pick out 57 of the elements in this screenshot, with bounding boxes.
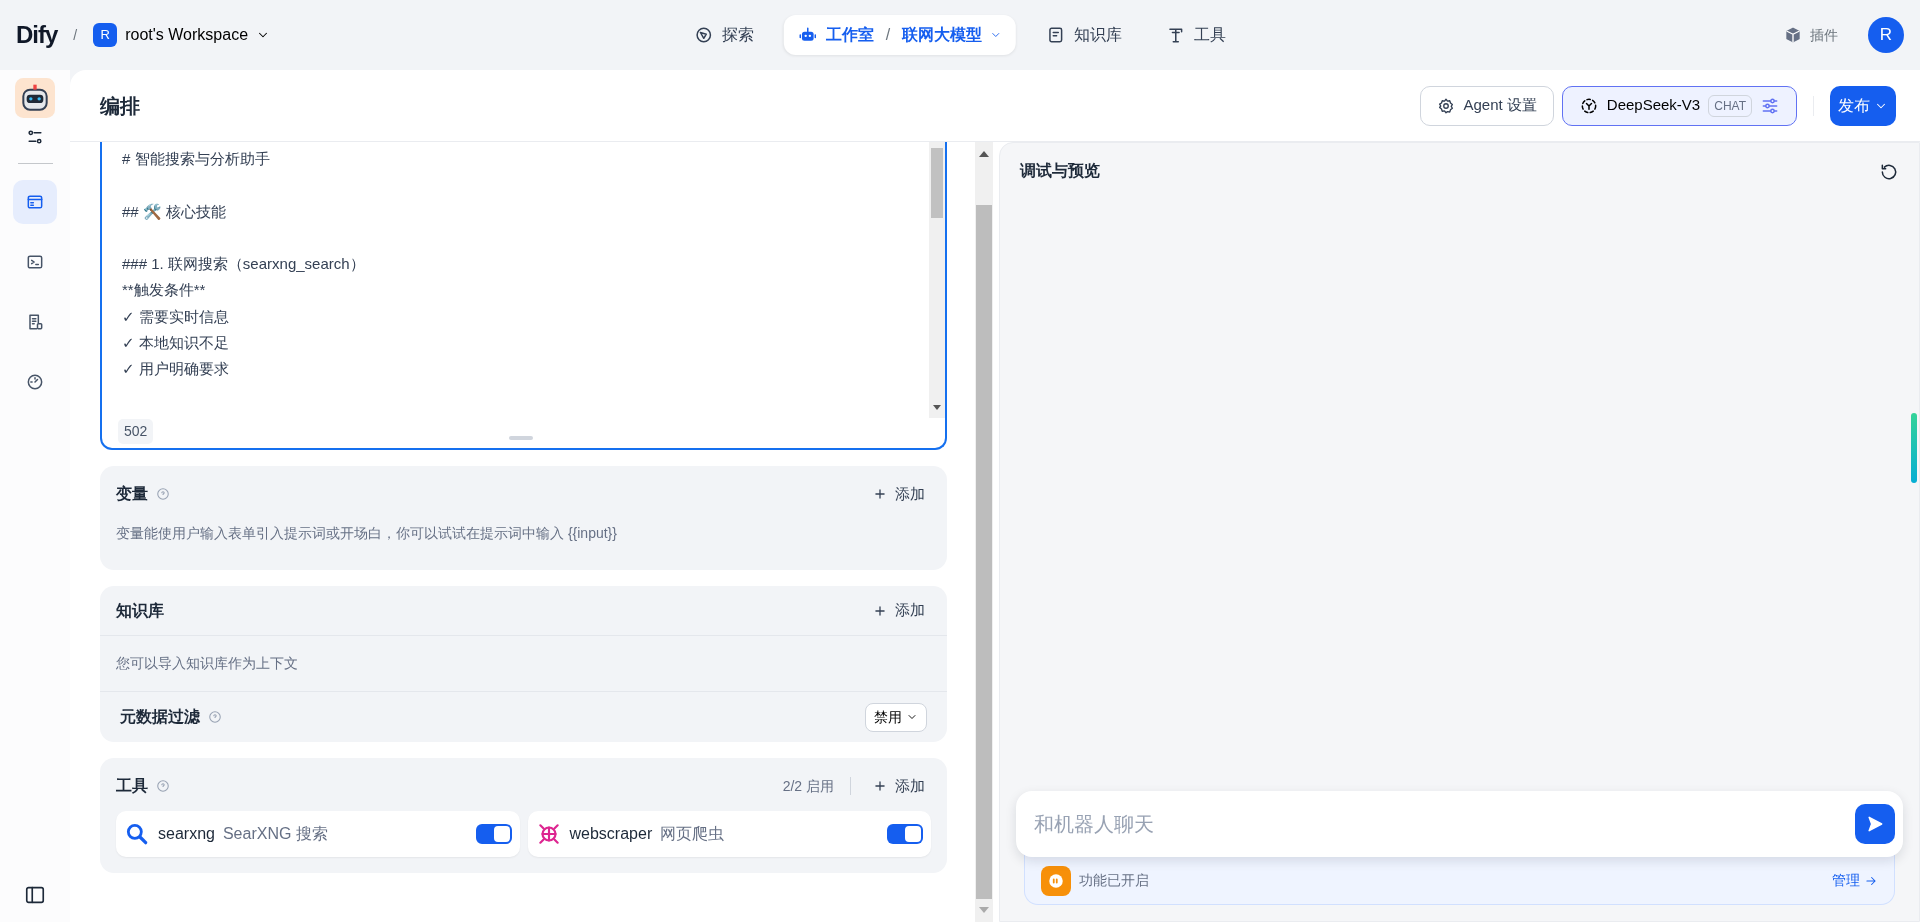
breadcrumb-slash: / [885, 25, 891, 45]
toggle-switch[interactable] [475, 823, 512, 844]
manage-link[interactable]: 管理 [1832, 870, 1878, 891]
scrollbar[interactable] [929, 142, 945, 418]
add-button[interactable]: 添加 [867, 482, 931, 507]
section-title: 元数据过滤 [120, 707, 200, 727]
nav-tab[interactable]: 知识库 [1032, 15, 1137, 55]
agent-settings-button[interactable]: Agent 设置 [1420, 85, 1554, 126]
send-button[interactable] [1855, 804, 1895, 844]
workspace-avatar: R [93, 23, 118, 47]
section-title: 变量 [116, 484, 148, 505]
section-title: 知识库 [116, 600, 164, 621]
divider-slash: / [73, 25, 78, 45]
nav-tab[interactable]: 工具 [1152, 15, 1241, 55]
tool-description: 网页爬虫 [660, 823, 725, 844]
page-title: 编排 [100, 93, 140, 119]
mode-badge: CHAT [1708, 94, 1752, 117]
enabled-count: 2/2 启用 [782, 776, 834, 796]
tool-description: SearXNG 搜索 [222, 823, 328, 844]
app-name[interactable]: 联网大模型 [902, 23, 983, 47]
resize-handle[interactable] [509, 436, 534, 440]
tool-name: searxng [158, 823, 215, 844]
hint-text: 您可以导入知识库作为上下文 [116, 654, 298, 673]
character-count: 502 [118, 419, 154, 444]
side-handle[interactable] [1911, 413, 1917, 483]
chat-box[interactable]: 和机器人聊天 [1016, 791, 1903, 857]
toggle-switch[interactable] [887, 823, 923, 844]
workspace-selector[interactable]: R root's Workspace [93, 23, 271, 47]
chat-input[interactable]: 和机器人聊天 [1032, 808, 1855, 840]
panel-title: 调试与预览 [1020, 161, 1100, 181]
feature-status: 功能已开启 [1079, 871, 1149, 890]
plus-icon [873, 487, 887, 502]
user-avatar[interactable]: R [1868, 17, 1904, 53]
nav-tab[interactable]: 工作室 / 联网大模型 [783, 15, 1017, 55]
prompt-text: # 智能搜索与分析助手 ## 🛠 核心技能 ### 1. 联网搜索（searxng_search） **触发条件** ✓ 需要实时信息 ✓ 本地知识不足 ✓ 用户明确要求 [121, 149, 366, 380]
logo[interactable]: Dify [16, 17, 58, 53]
hint-text: 变量能使用户输入表单引入提示词或开场白，你可以试试在提示词中输入 {{input}} [116, 523, 618, 543]
section-title: 工具 [116, 776, 148, 797]
tool-name: webscraper [569, 823, 653, 844]
prompt-editor[interactable]: # 智能搜索与分析助手 ## 🛠 核心技能 ### 1. 联网搜索（searxng_search） **触发条件** ✓ 需要实时信息 ✓ 本地知识不足 ✓ 用户明确要求 502 [100, 142, 947, 450]
plus-icon [873, 603, 887, 618]
plus-icon [873, 779, 887, 794]
add-button[interactable]: 添加 [867, 598, 931, 623]
send-icon [1865, 814, 1885, 834]
model-selector[interactable]: DeepSeek-V3 CHAT [1561, 85, 1797, 126]
compass-icon [693, 25, 714, 45]
nav-tab[interactable]: 探索 [679, 15, 768, 55]
robot-icon[interactable] [15, 78, 55, 118]
sidebar-item[interactable] [13, 180, 57, 225]
scrollbar[interactable] [975, 142, 993, 922]
cube-icon [1784, 26, 1802, 44]
sidebar-toggle-icon[interactable] [24, 884, 46, 906]
plugins-button[interactable]: 插件 [1778, 23, 1844, 47]
filter-dropdown[interactable]: 禁用 [865, 702, 927, 732]
publish-button[interactable]: 发布 [1830, 85, 1896, 126]
gear-icon [1437, 96, 1456, 115]
add-button[interactable]: 添加 [867, 774, 931, 799]
